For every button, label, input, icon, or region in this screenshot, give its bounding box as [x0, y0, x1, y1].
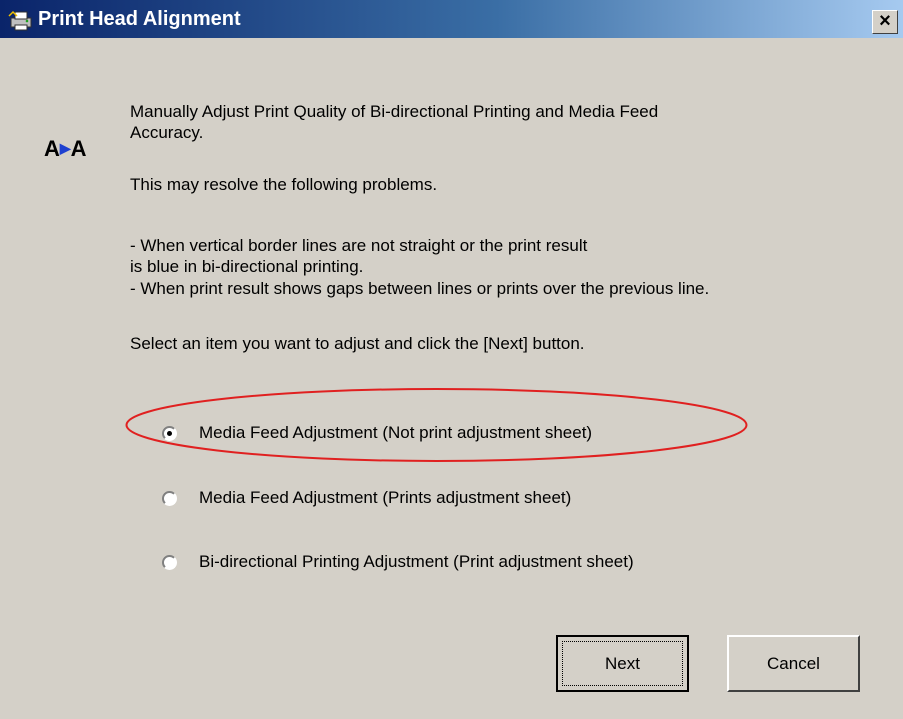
option-label[interactable]: Media Feed Adjustment (Not print adjustm…: [199, 423, 592, 443]
radio-button[interactable]: [162, 490, 177, 506]
problem-1-line-2: is blue in bi-directional printing.: [130, 257, 364, 276]
cancel-button-label: Cancel: [767, 653, 820, 673]
option-bi-directional-print-sheet[interactable]: Bi-directional Printing Adjustment (Prin…: [162, 550, 634, 574]
radio-selected-dot-icon: [167, 430, 172, 436]
close-button[interactable]: ×: [872, 10, 898, 34]
logo-letter-right: A: [70, 136, 87, 161]
alignment-logo-icon: A▶A: [44, 136, 87, 162]
next-button[interactable]: Next: [556, 635, 689, 692]
option-media-feed-print-sheet[interactable]: Media Feed Adjustment (Prints adjustment…: [162, 486, 571, 510]
problem-2: - When print result shows gaps between l…: [130, 279, 710, 298]
option-media-feed-no-print[interactable]: Media Feed Adjustment (Not print adjustm…: [162, 421, 592, 445]
printer-icon: [8, 10, 32, 31]
radio-button[interactable]: [162, 554, 177, 570]
cancel-button[interactable]: Cancel: [727, 635, 860, 692]
logo-letter-left: A: [44, 136, 60, 161]
radio-button[interactable]: [162, 425, 177, 441]
print-head-alignment-dialog: Print Head Alignment × A▶A Manually Adju…: [0, 0, 903, 719]
option-label[interactable]: Media Feed Adjustment (Prints adjustment…: [199, 488, 571, 508]
intro-line-1: Manually Adjust Print Quality of Bi-dire…: [130, 102, 659, 121]
intro-line-2: Accuracy.: [130, 123, 204, 142]
problems-heading: This may resolve the following problems.: [130, 175, 438, 194]
arrow-right-icon: ▶: [59, 140, 71, 156]
instruction-text: Select an item you want to adjust and cl…: [130, 334, 585, 353]
focus-rectangle: [562, 641, 683, 686]
option-label[interactable]: Bi-directional Printing Adjustment (Prin…: [199, 552, 634, 572]
title-bar[interactable]: Print Head Alignment ×: [0, 0, 903, 38]
problem-1-line-1: - When vertical border lines are not str…: [130, 236, 588, 255]
close-icon: ×: [879, 10, 891, 32]
window-title: Print Head Alignment: [38, 8, 241, 30]
